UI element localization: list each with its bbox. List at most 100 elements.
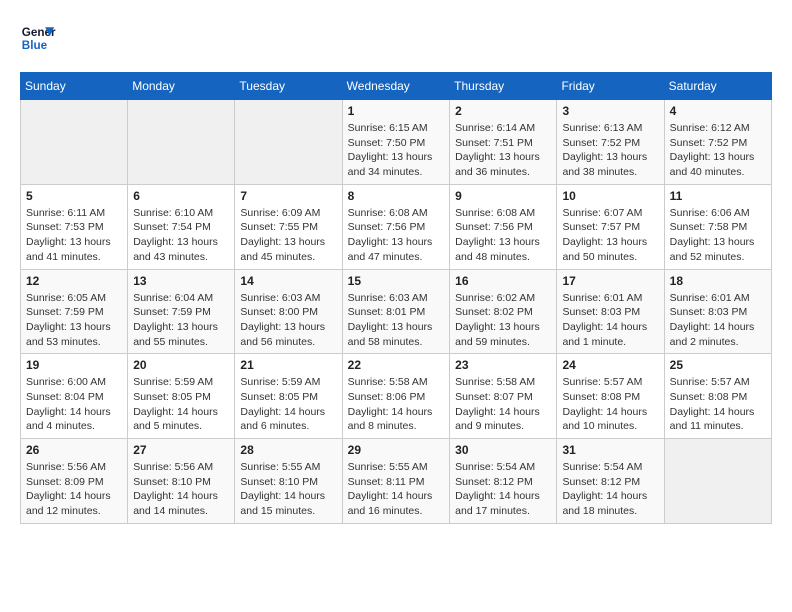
calendar-cell: 19Sunrise: 6:00 AMSunset: 8:04 PMDayligh…	[21, 354, 128, 439]
day-info: Sunrise: 6:03 AMSunset: 8:00 PMDaylight:…	[240, 291, 336, 350]
day-number: 9	[455, 189, 551, 203]
day-info: Sunrise: 5:57 AMSunset: 8:08 PMDaylight:…	[670, 375, 766, 434]
calendar-cell: 4 Sunrise: 6:12 AMSunset: 7:52 PMDaylight…	[664, 100, 771, 185]
logo: General Blue	[20, 20, 56, 56]
day-info: Sunrise: 5:54 AMSunset: 8:12 PMDaylight:…	[455, 460, 551, 519]
day-number: 20	[133, 358, 229, 372]
day-number: 28	[240, 443, 336, 457]
day-info: Sunrise: 5:56 AMSunset: 8:09 PMDaylight:…	[26, 460, 122, 519]
calendar-cell: 15 Sunrise: 6:03 AMSunset: 8:01 PMDayligh…	[342, 269, 449, 354]
day-info: Sunrise: 5:59 AMSunset: 8:05 PMDaylight:…	[240, 375, 336, 434]
calendar-cell: 12 Sunrise: 6:05 AMSunset: 7:59 PMDayligh…	[21, 269, 128, 354]
calendar-cell: 10 Sunrise: 6:07 AMSunset: 7:57 PMDayligh…	[557, 184, 664, 269]
day-info: Sunrise: 6:09 AMSunset: 7:55 PMDaylight:…	[240, 206, 336, 265]
day-info: Sunrise: 6:03 AMSunset: 8:01 PMDaylight:…	[348, 291, 444, 350]
calendar-cell: 16 Sunrise: 6:02 AMSunset: 8:02 PMDayligh…	[450, 269, 557, 354]
calendar-cell: 29 Sunrise: 5:55 AMSunset: 8:11 PMDayligh…	[342, 439, 449, 524]
weekday-header-tuesday: Tuesday	[235, 73, 342, 100]
day-number: 7	[240, 189, 336, 203]
day-info: Sunrise: 5:59 AMSunset: 8:05 PMDaylight:…	[133, 375, 229, 434]
day-info: Sunrise: 6:10 AMSunset: 7:54 PMDaylight:…	[133, 206, 229, 265]
calendar-cell: 11 Sunrise: 6:06 AMSunset: 7:58 PMDayligh…	[664, 184, 771, 269]
day-number: 18	[670, 274, 766, 288]
day-number: 10	[562, 189, 658, 203]
day-number: 1	[348, 104, 444, 118]
day-number: 21	[240, 358, 336, 372]
day-info: Sunrise: 6:15 AMSunset: 7:50 PMDaylight:…	[348, 121, 444, 180]
calendar-week-3: 12 Sunrise: 6:05 AMSunset: 7:59 PMDayligh…	[21, 269, 772, 354]
weekday-header-saturday: Saturday	[664, 73, 771, 100]
day-number: 11	[670, 189, 766, 203]
calendar-week-1: 1 Sunrise: 6:15 AMSunset: 7:50 PMDaylight…	[21, 100, 772, 185]
day-info: Sunrise: 5:58 AMSunset: 8:06 PMDaylight:…	[348, 375, 444, 434]
day-number: 2	[455, 104, 551, 118]
day-info: Sunrise: 5:57 AMSunset: 8:08 PMDaylight:…	[562, 375, 658, 434]
day-info: Sunrise: 6:12 AMSunset: 7:52 PMDaylight:…	[670, 121, 766, 180]
calendar-cell	[664, 439, 771, 524]
day-info: Sunrise: 6:05 AMSunset: 7:59 PMDaylight:…	[26, 291, 122, 350]
day-info: Sunrise: 6:08 AMSunset: 7:56 PMDaylight:…	[455, 206, 551, 265]
day-number: 12	[26, 274, 122, 288]
day-info: Sunrise: 5:56 AMSunset: 8:10 PMDaylight:…	[133, 460, 229, 519]
calendar-cell: 13Sunrise: 6:04 AMSunset: 7:59 PMDayligh…	[128, 269, 235, 354]
day-number: 30	[455, 443, 551, 457]
calendar-cell: 6 Sunrise: 6:10 AMSunset: 7:54 PMDaylight…	[128, 184, 235, 269]
day-number: 26	[26, 443, 122, 457]
day-info: Sunrise: 6:01 AMSunset: 8:03 PMDaylight:…	[670, 291, 766, 350]
logo-icon: General Blue	[20, 20, 56, 56]
day-number: 15	[348, 274, 444, 288]
day-number: 17	[562, 274, 658, 288]
day-info: Sunrise: 6:08 AMSunset: 7:56 PMDaylight:…	[348, 206, 444, 265]
day-info: Sunrise: 6:14 AMSunset: 7:51 PMDaylight:…	[455, 121, 551, 180]
calendar-cell: 25 Sunrise: 5:57 AMSunset: 8:08 PMDayligh…	[664, 354, 771, 439]
weekday-header-sunday: Sunday	[21, 73, 128, 100]
calendar-cell: 17 Sunrise: 6:01 AMSunset: 8:03 PMDayligh…	[557, 269, 664, 354]
day-number: 4	[670, 104, 766, 118]
page-header: General Blue	[20, 20, 772, 56]
day-info: Sunrise: 6:06 AMSunset: 7:58 PMDaylight:…	[670, 206, 766, 265]
calendar-cell	[235, 100, 342, 185]
day-number: 16	[455, 274, 551, 288]
calendar-cell	[21, 100, 128, 185]
day-info: Sunrise: 6:13 AMSunset: 7:52 PMDaylight:…	[562, 121, 658, 180]
calendar-week-5: 26 Sunrise: 5:56 AMSunset: 8:09 PMDayligh…	[21, 439, 772, 524]
calendar-cell: 26 Sunrise: 5:56 AMSunset: 8:09 PMDayligh…	[21, 439, 128, 524]
day-number: 29	[348, 443, 444, 457]
day-number: 22	[348, 358, 444, 372]
calendar-cell: 3 Sunrise: 6:13 AMSunset: 7:52 PMDaylight…	[557, 100, 664, 185]
calendar-cell: 23 Sunrise: 5:58 AMSunset: 8:07 PMDayligh…	[450, 354, 557, 439]
weekday-header-wednesday: Wednesday	[342, 73, 449, 100]
day-info: Sunrise: 6:02 AMSunset: 8:02 PMDaylight:…	[455, 291, 551, 350]
day-info: Sunrise: 5:58 AMSunset: 8:07 PMDaylight:…	[455, 375, 551, 434]
calendar-cell: 20 Sunrise: 5:59 AMSunset: 8:05 PMDayligh…	[128, 354, 235, 439]
day-number: 14	[240, 274, 336, 288]
day-number: 5	[26, 189, 122, 203]
day-number: 25	[670, 358, 766, 372]
weekday-header-monday: Monday	[128, 73, 235, 100]
calendar-cell: 31Sunrise: 5:54 AMSunset: 8:12 PMDayligh…	[557, 439, 664, 524]
calendar-cell: 1 Sunrise: 6:15 AMSunset: 7:50 PMDaylight…	[342, 100, 449, 185]
calendar-cell: 9 Sunrise: 6:08 AMSunset: 7:56 PMDaylight…	[450, 184, 557, 269]
calendar-cell: 24 Sunrise: 5:57 AMSunset: 8:08 PMDayligh…	[557, 354, 664, 439]
day-info: Sunrise: 6:07 AMSunset: 7:57 PMDaylight:…	[562, 206, 658, 265]
svg-text:Blue: Blue	[22, 39, 48, 52]
day-number: 24	[562, 358, 658, 372]
day-info: Sunrise: 6:11 AMSunset: 7:53 PMDaylight:…	[26, 206, 122, 265]
day-info: Sunrise: 5:55 AMSunset: 8:10 PMDaylight:…	[240, 460, 336, 519]
calendar-cell: 5 Sunrise: 6:11 AMSunset: 7:53 PMDaylight…	[21, 184, 128, 269]
calendar-cell: 7 Sunrise: 6:09 AMSunset: 7:55 PMDaylight…	[235, 184, 342, 269]
day-info: Sunrise: 6:01 AMSunset: 8:03 PMDaylight:…	[562, 291, 658, 350]
calendar-cell	[128, 100, 235, 185]
calendar-cell: 14 Sunrise: 6:03 AMSunset: 8:00 PMDayligh…	[235, 269, 342, 354]
calendar-cell: 30 Sunrise: 5:54 AMSunset: 8:12 PMDayligh…	[450, 439, 557, 524]
day-info: Sunrise: 5:55 AMSunset: 8:11 PMDaylight:…	[348, 460, 444, 519]
weekday-header-row: SundayMondayTuesdayWednesdayThursdayFrid…	[21, 73, 772, 100]
calendar-cell: 2 Sunrise: 6:14 AMSunset: 7:51 PMDaylight…	[450, 100, 557, 185]
day-number: 6	[133, 189, 229, 203]
calendar-table: SundayMondayTuesdayWednesdayThursdayFrid…	[20, 72, 772, 524]
calendar-cell: 18 Sunrise: 6:01 AMSunset: 8:03 PMDayligh…	[664, 269, 771, 354]
day-number: 23	[455, 358, 551, 372]
day-number: 19	[26, 358, 122, 372]
day-number: 3	[562, 104, 658, 118]
day-number: 31	[562, 443, 658, 457]
